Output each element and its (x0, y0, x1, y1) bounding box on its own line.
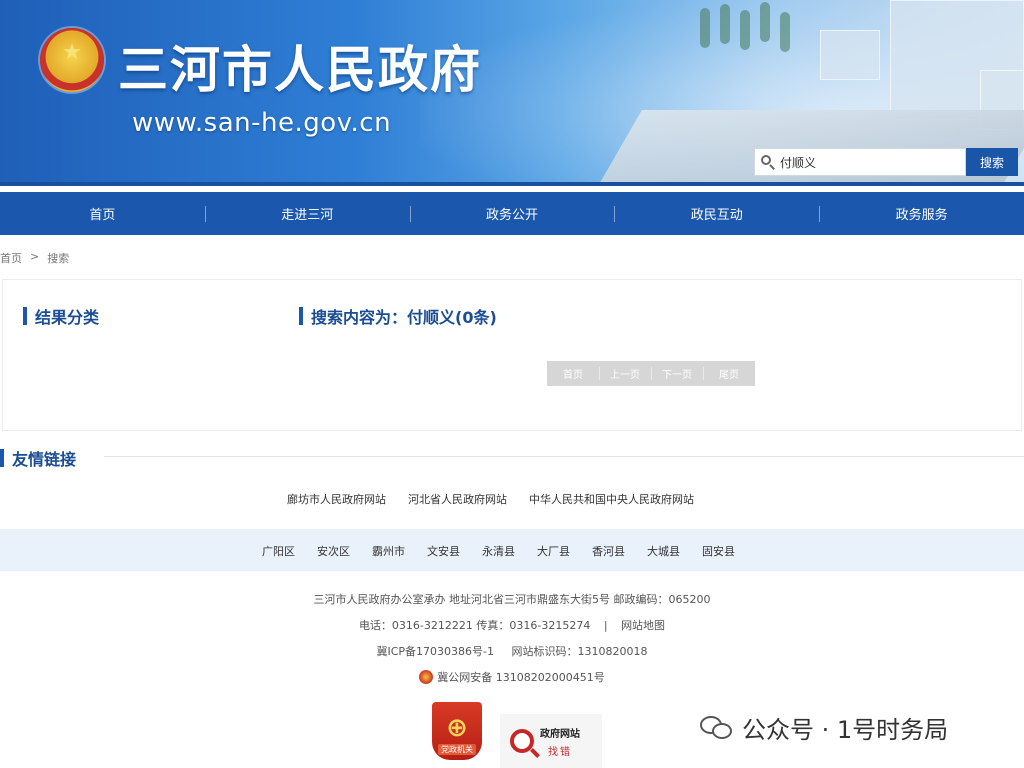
footer-police-row: 冀公网安备 13108202000451号 (0, 669, 1024, 685)
footer-icp-row: 冀ICP备17030386号-1 网站标识码：1310820018 (0, 643, 1024, 659)
search-input[interactable] (780, 155, 960, 169)
footer-police[interactable]: 冀公网安备 13108202000451号 (437, 671, 604, 684)
footer-organizer: 三河市人民政府办公室承办 地址河北省三河市鼎盛东大街5号 邮政编码：065200 (313, 593, 711, 606)
search-button[interactable]: 搜索 (966, 148, 1018, 176)
search-field-wrap[interactable] (754, 148, 966, 176)
watermark-text: 公众号 · 1号时务局 (742, 716, 949, 744)
link-county[interactable]: 香河县 (592, 543, 625, 559)
footer-sitemap-link[interactable]: 网站地图 (621, 619, 665, 632)
search-results-panel (2, 279, 1022, 431)
footer-phone: 电话：0316-3212221 传真：0316-3215274 (358, 619, 591, 632)
link-county[interactable]: 永清县 (482, 543, 515, 559)
national-emblem-icon (40, 28, 104, 92)
search-box: 搜索 (754, 148, 1018, 176)
site-url: www.san-he.gov.cn (132, 108, 392, 138)
result-title: 搜索内容为：付顺义(0条) (311, 308, 497, 327)
footer-contact: 电话：0316-3212221 传真：0316-3215274 | 网站地图 (0, 617, 1024, 633)
breadcrumb-home[interactable]: 首页 (0, 250, 22, 266)
main-nav: 首页 走进三河 政务公开 政民互动 政务服务 (0, 192, 1024, 235)
party-gov-label: 党政机关 (438, 744, 476, 755)
breadcrumb-current: 搜索 (47, 252, 70, 265)
link-hebei[interactable]: 河北省人民政府网站 (408, 491, 507, 507)
nav-gov-services[interactable]: 政务服务 (819, 192, 1024, 235)
result-heading: 搜索内容为：付顺义(0条) (299, 304, 497, 328)
link-county[interactable]: 广阳区 (262, 543, 295, 559)
friendly-links-title: 友情链接 (12, 450, 77, 469)
police-badge-icon (419, 670, 434, 684)
divider (104, 456, 1024, 457)
pager-last[interactable]: 尾页 (703, 361, 755, 386)
magnifier-icon (510, 729, 534, 753)
pager-next[interactable]: 下一页 (651, 361, 703, 386)
pager-first[interactable]: 首页 (547, 361, 599, 386)
wechat-icon (700, 714, 734, 742)
footer-site-code: 网站标识码：1310820018 (511, 645, 648, 658)
nav-about-sanhe[interactable]: 走进三河 (204, 192, 410, 235)
link-langfang[interactable]: 廊坊市人民政府网站 (287, 491, 386, 507)
site-title: 三河市人民政府 (118, 41, 482, 99)
link-county[interactable]: 文安县 (427, 543, 460, 559)
search-icon (761, 155, 775, 170)
header-banner: 三河市人民政府 www.san-he.gov.cn 搜索 (0, 0, 1024, 186)
nav-gov-affairs-public[interactable]: 政务公开 (409, 192, 615, 235)
wechat-watermark: 公众号 · 1号时务局 (700, 710, 948, 745)
pagination: 首页 上一页 下一页 尾页 (547, 361, 755, 386)
link-central-gov[interactable]: 中华人民共和国中央人民政府网站 (529, 491, 694, 507)
party-gov-emblem-icon: ⊕ (446, 713, 468, 743)
link-county[interactable]: 固安县 (702, 543, 735, 559)
pager-prev[interactable]: 上一页 (599, 361, 651, 386)
category-heading: 结果分类 (23, 304, 99, 328)
link-county[interactable]: 安次区 (317, 543, 350, 559)
footer-icp[interactable]: 冀ICP备17030386号-1 (376, 645, 494, 658)
nav-gov-citizen-interaction[interactable]: 政民互动 (614, 192, 819, 235)
breadcrumb: 首页 > 搜索 (0, 250, 69, 266)
county-links: 广阳区 安次区 霸州市 文安县 永清县 大厂县 香河县 大城县 固安县 (262, 543, 735, 559)
link-county[interactable]: 霸州市 (372, 543, 405, 559)
friendly-links-heading: 友情链接 (0, 446, 76, 470)
category-title: 结果分类 (35, 308, 100, 327)
gov-badge-line2: 找错 (548, 746, 572, 758)
site-links: 廊坊市人民政府网站 河北省人民政府网站 中华人民共和国中央人民政府网站 (287, 491, 694, 507)
gov-badge-line1: 政府网站 (540, 728, 580, 740)
footer-divider: | (603, 619, 608, 632)
breadcrumb-separator: > (30, 250, 40, 263)
party-gov-badge[interactable]: ⊕ 党政机关 (432, 702, 482, 760)
link-county[interactable]: 大城县 (647, 543, 680, 559)
gov-site-error-badge[interactable]: 政府网站 找错 (500, 714, 602, 768)
nav-home[interactable]: 首页 (0, 192, 205, 235)
link-county[interactable]: 大厂县 (537, 543, 570, 559)
